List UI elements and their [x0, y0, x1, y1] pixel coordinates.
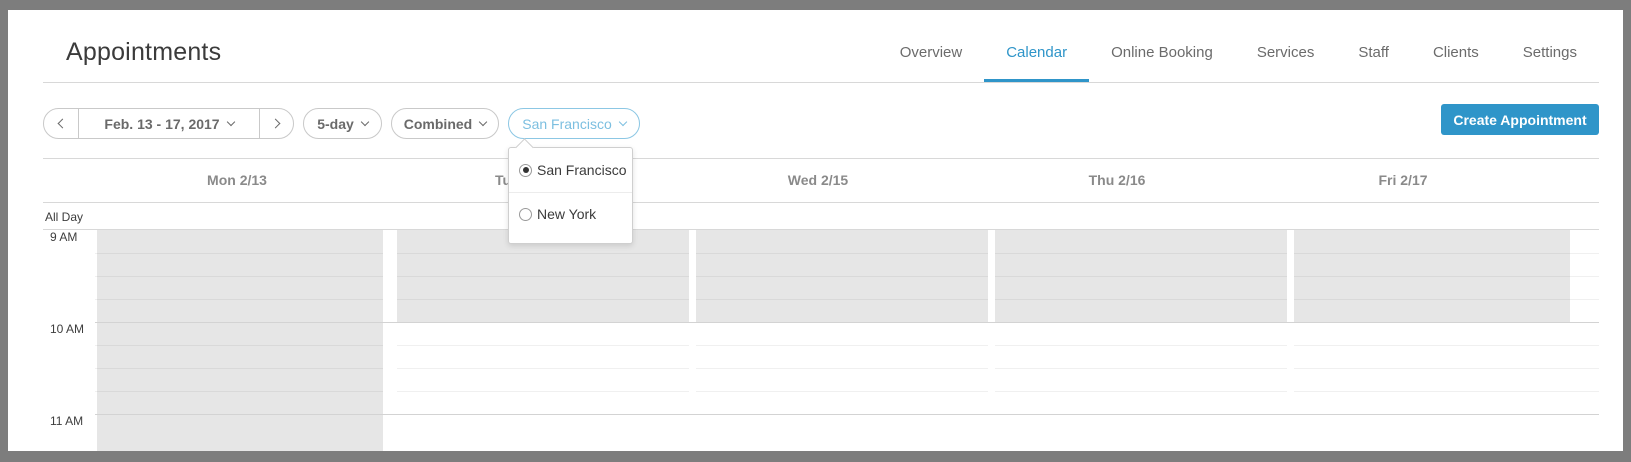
tab-services[interactable]: Services — [1235, 10, 1337, 82]
app-frame: Appointments Overview Calendar Online Bo… — [8, 10, 1623, 451]
create-appointment-button[interactable]: Create Appointment — [1441, 104, 1599, 135]
column-gap — [383, 230, 397, 451]
page-title: Appointments — [66, 38, 222, 66]
chevron-down-icon — [478, 117, 488, 126]
location-label: San Francisco — [522, 115, 612, 132]
radio-selected-icon — [519, 163, 532, 177]
hour-label-9am: 9 AM — [50, 230, 78, 244]
location-option-new-york[interactable]: New York — [519, 203, 596, 225]
chevron-down-icon — [360, 117, 370, 126]
view-select[interactable]: 5-day — [303, 108, 382, 139]
view-label: 5-day — [317, 115, 354, 132]
slot-line — [97, 391, 383, 392]
location-option-san-francisco[interactable]: San Francisco — [519, 159, 626, 181]
calendar-grid: Mon 2/13 Tu Wed 2/15 Thu 2/16 Fri 2/17 A… — [43, 158, 1599, 451]
radio-unselected-icon — [519, 207, 532, 221]
tab-overview[interactable]: Overview — [878, 10, 985, 82]
chevron-down-icon — [618, 117, 627, 126]
previous-week-button[interactable] — [44, 109, 79, 138]
calendar-top-divider — [43, 158, 1599, 159]
day-header-divider — [43, 202, 1599, 203]
slot-line — [97, 276, 1570, 277]
tab-online-booking[interactable]: Online Booking — [1089, 10, 1235, 82]
day-header-fri: Fri 2/17 — [1378, 172, 1428, 188]
date-navigator: Feb. 13 - 17, 2017 — [43, 108, 294, 139]
dropdown-divider — [509, 192, 632, 193]
date-range-select[interactable]: Feb. 13 - 17, 2017 — [79, 109, 261, 138]
column-gap — [988, 230, 995, 451]
day-header-mon: Mon 2/13 — [207, 172, 267, 188]
day-header-thu: Thu 2/16 — [1088, 172, 1146, 188]
column-gap — [1287, 230, 1294, 451]
location-option-label: New York — [537, 206, 597, 222]
tab-clients[interactable]: Clients — [1411, 10, 1501, 82]
slot-line — [97, 345, 383, 346]
slot-line — [97, 299, 1570, 300]
date-range-label: Feb. 13 - 17, 2017 — [104, 115, 220, 132]
location-option-label: San Francisco — [537, 162, 627, 178]
all-day-label: All Day — [45, 210, 84, 224]
tab-staff[interactable]: Staff — [1336, 10, 1411, 82]
location-dropdown-menu: San Francisco New York — [508, 147, 633, 244]
header-divider — [43, 82, 1599, 83]
staff-filter-select[interactable]: Combined — [391, 108, 499, 139]
day-header-wed: Wed 2/15 — [787, 172, 849, 188]
slot-line — [97, 253, 1570, 254]
next-week-button[interactable] — [260, 109, 293, 138]
hour-line — [95, 414, 1599, 415]
chevron-down-icon — [226, 117, 235, 126]
unavailable-block-mon[interactable] — [97, 230, 383, 451]
staff-filter-label: Combined — [403, 115, 473, 132]
main-tabs: Overview Calendar Online Booking Service… — [878, 10, 1599, 83]
column-gap — [689, 230, 696, 451]
hour-label-11am: 11 AM — [50, 414, 84, 428]
slot-line — [97, 368, 383, 369]
tab-calendar[interactable]: Calendar — [984, 10, 1089, 83]
location-select[interactable]: San Francisco — [508, 108, 640, 139]
hour-line — [95, 322, 1599, 323]
chevron-left-icon — [57, 118, 68, 129]
tab-settings[interactable]: Settings — [1501, 10, 1599, 82]
hour-label-10am: 10 AM — [50, 322, 85, 336]
chevron-right-icon — [270, 118, 281, 129]
